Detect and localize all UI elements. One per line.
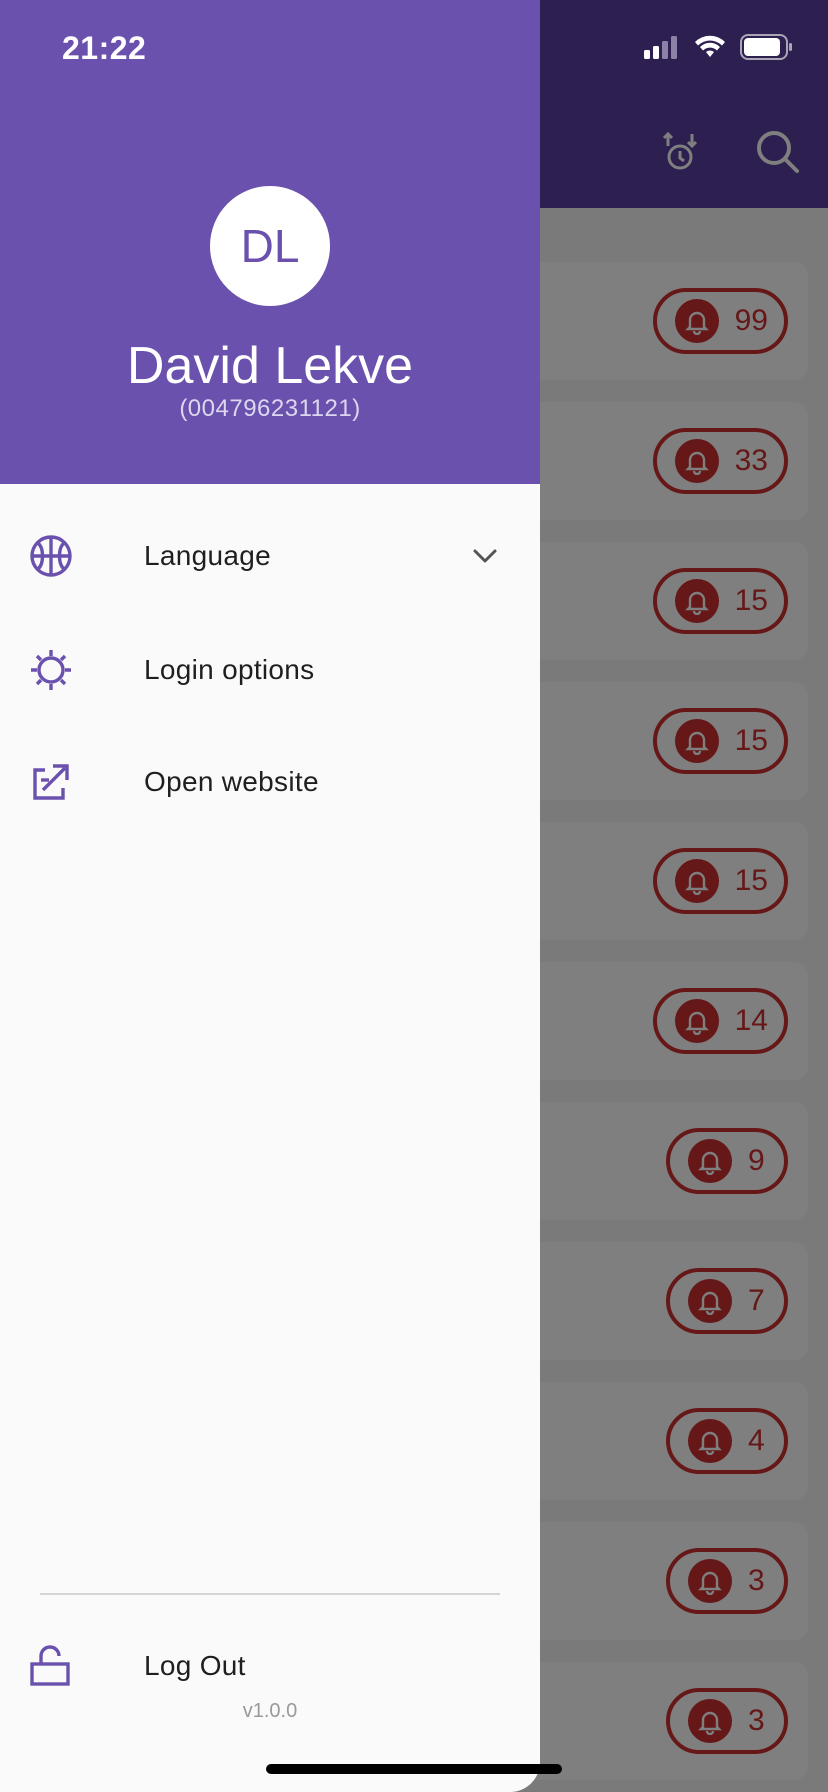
home-indicator[interactable] <box>266 1764 562 1774</box>
lock-icon <box>28 1643 74 1689</box>
drawer-header: 21:22 DL David Lekve (004796231121) <box>0 0 540 484</box>
menu-item-open-website[interactable]: Open website <box>0 732 540 832</box>
avatar-initials: DL <box>240 220 300 272</box>
navigation-drawer: 21:22 DL David Lekve (004796231121) Lang… <box>0 0 540 1792</box>
status-time: 21:22 <box>62 30 147 66</box>
globe-icon <box>28 533 74 579</box>
menu-item-language[interactable]: Language <box>0 506 540 606</box>
menu-item-label: Login options <box>144 654 315 685</box>
menu-item-label: Language <box>144 540 271 571</box>
wifi-icon <box>695 35 725 57</box>
battery-icon <box>740 34 792 60</box>
signal-icon <box>644 36 677 59</box>
divider <box>40 1593 500 1595</box>
status-bar-indicators <box>644 34 794 60</box>
user-name: David Lekve <box>126 337 414 395</box>
avatar[interactable]: DL <box>210 186 330 306</box>
external-link-icon <box>28 759 74 805</box>
menu-item-label: Open website <box>144 766 319 797</box>
gear-icon <box>28 647 74 693</box>
menu-item-label: Log Out <box>144 1650 246 1681</box>
app-version: v1.0.0 <box>242 1700 298 1722</box>
user-phone: (004796231121) <box>179 395 361 422</box>
menu-item-login-options[interactable]: Login options <box>0 620 540 720</box>
chevron-down-icon[interactable] <box>470 541 500 571</box>
